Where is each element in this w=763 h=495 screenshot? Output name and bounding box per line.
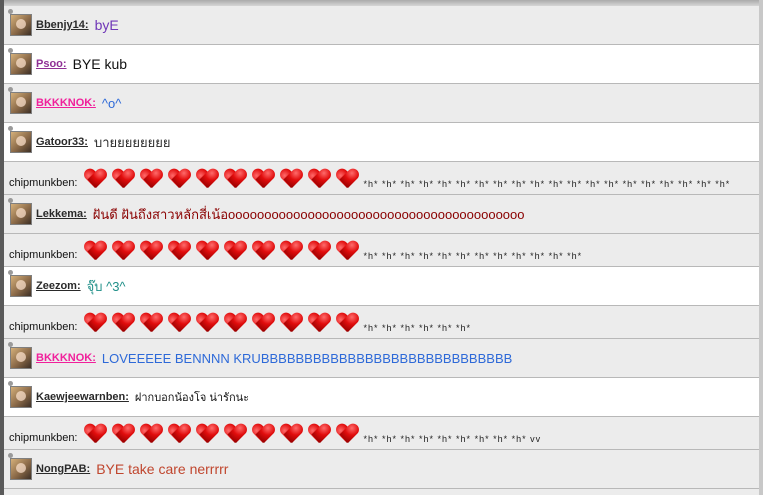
heart-icon xyxy=(168,169,191,189)
heart-icon xyxy=(308,241,331,261)
heart-icon xyxy=(280,241,303,261)
avatar[interactable] xyxy=(10,92,32,114)
username-label: chipmunkben: xyxy=(9,177,78,189)
heart-emoticons xyxy=(84,424,359,444)
avatar[interactable] xyxy=(10,275,32,297)
emoticon-message-row: chipmunkben: *h* *h* *h* *h* *h* *h* *h* … xyxy=(4,234,763,267)
avatar[interactable] xyxy=(10,53,32,75)
heart-icon xyxy=(336,241,359,261)
heart-icon xyxy=(112,241,135,261)
heart-icon xyxy=(280,424,303,444)
heart-emoticons xyxy=(84,313,359,333)
heart-icon xyxy=(196,313,219,333)
heart-icon xyxy=(140,241,163,261)
chat-window: Bbenjy14: byE Psoo: BYE kub BKKKNOK: ^o^ Gatoo… xyxy=(0,0,763,495)
username-link[interactable]: Zeezom: xyxy=(36,280,81,292)
heart-icon xyxy=(336,313,359,333)
avatar[interactable] xyxy=(10,458,32,480)
chat-message-row: Gatoor33: บายยยยยยยย xyxy=(4,123,763,162)
chat-message-list[interactable]: Bbenjy14: byE Psoo: BYE kub BKKKNOK: ^o^ Gatoo… xyxy=(4,6,763,489)
heart-icon xyxy=(224,241,247,261)
vertical-scrollbar[interactable] xyxy=(759,0,763,495)
heart-icon xyxy=(252,313,275,333)
chat-message-row: Psoo: BYE kub xyxy=(4,45,763,84)
heart-icon xyxy=(280,169,303,189)
message-text: ^o^ xyxy=(101,95,122,111)
avatar[interactable] xyxy=(10,131,32,153)
heart-icon xyxy=(84,313,107,333)
username-link[interactable]: Psoo: xyxy=(36,58,67,70)
emoticon-message-row: chipmunkben: *h* *h* *h* *h* *h* *h* *h* … xyxy=(4,162,763,195)
heart-icon xyxy=(196,241,219,261)
message-text: บายยยยยยยย xyxy=(93,134,171,150)
heart-icon xyxy=(84,424,107,444)
heart-emoticons xyxy=(84,241,359,261)
heart-icon xyxy=(140,424,163,444)
heart-icon xyxy=(252,424,275,444)
chat-message-row: Bbenjy14: byE xyxy=(4,6,763,45)
emoticon-code-text: *h* *h* *h* *h* *h* *h* xyxy=(363,323,472,333)
message-text: BYE kub xyxy=(72,56,128,72)
emoticon-message-row: chipmunkben: *h* *h* *h* *h* *h* *h* *h* … xyxy=(4,417,763,450)
message-text: BYE take care nerrrrr xyxy=(96,461,229,477)
heart-icon xyxy=(112,313,135,333)
chat-message-row: BKKKNOK: LOVEEEEE BENNNN KRUBBBBBBBBBBBBB… xyxy=(4,339,763,378)
heart-icon xyxy=(196,424,219,444)
username-link[interactable]: NongPAB: xyxy=(36,463,90,475)
heart-icon xyxy=(168,241,191,261)
chat-message-row: Zeezom: จุ๊บ ^3^ xyxy=(4,267,763,306)
heart-icon xyxy=(140,169,163,189)
username-label: chipmunkben: xyxy=(9,249,78,261)
message-text: byE xyxy=(94,17,119,33)
heart-icon xyxy=(308,424,331,444)
username-label: chipmunkben: xyxy=(9,321,78,333)
avatar[interactable] xyxy=(10,203,32,225)
heart-icon xyxy=(168,424,191,444)
heart-icon xyxy=(140,313,163,333)
heart-icon xyxy=(308,313,331,333)
username-link[interactable]: BKKKNOK: xyxy=(36,97,96,109)
heart-emoticons xyxy=(84,169,359,189)
heart-icon xyxy=(84,169,107,189)
chat-message-row: Lekkema: ฝันดี ฝันถึงสาวหลักสี่เน้อoooooo… xyxy=(4,195,763,234)
message-text: ฝันดี ฝันถึงสาวหลักสี่เน้อoooooooooooooo… xyxy=(92,206,525,222)
username-link[interactable]: Lekkema: xyxy=(36,208,87,220)
chat-message-row: NongPAB: BYE take care nerrrrr xyxy=(4,450,763,489)
username-link[interactable]: Gatoor33: xyxy=(36,136,88,148)
heart-icon xyxy=(224,313,247,333)
avatar[interactable] xyxy=(10,386,32,408)
heart-icon xyxy=(336,169,359,189)
heart-icon xyxy=(308,169,331,189)
heart-icon xyxy=(224,424,247,444)
heart-icon xyxy=(168,313,191,333)
message-text: จุ๊บ ^3^ xyxy=(86,278,126,294)
heart-icon xyxy=(252,241,275,261)
username-label: chipmunkben: xyxy=(9,432,78,444)
avatar[interactable] xyxy=(10,347,32,369)
emoticon-code-text: *h* *h* *h* *h* *h* *h* *h* *h* *h* *h* … xyxy=(363,251,583,261)
heart-icon xyxy=(280,313,303,333)
heart-icon xyxy=(252,169,275,189)
message-text: LOVEEEEE BENNNN KRUBBBBBBBBBBBBBBBBBBBBB… xyxy=(101,350,513,366)
heart-icon xyxy=(336,424,359,444)
emoticon-code-text: *h* *h* *h* *h* *h* *h* *h* *h* *h* vv xyxy=(363,434,542,444)
heart-icon xyxy=(224,169,247,189)
username-link[interactable]: Bbenjy14: xyxy=(36,19,89,31)
emoticon-message-row: chipmunkben: *h* *h* *h* *h* *h* *h* xyxy=(4,306,763,339)
username-link[interactable]: Kaewjeewarnben: xyxy=(36,391,129,403)
emoticon-code-text: *h* *h* *h* *h* *h* *h* *h* *h* *h* *h* … xyxy=(363,179,731,189)
heart-icon xyxy=(112,169,135,189)
message-text: ฝากบอกน้องโจ น่ารักนะ xyxy=(134,392,250,404)
chat-message-row: BKKKNOK: ^o^ xyxy=(4,84,763,123)
username-link[interactable]: BKKKNOK: xyxy=(36,352,96,364)
heart-icon xyxy=(112,424,135,444)
heart-icon xyxy=(196,169,219,189)
chat-message-row: Kaewjeewarnben: ฝากบอกน้องโจ น่ารักนะ xyxy=(4,378,763,417)
avatar[interactable] xyxy=(10,14,32,36)
heart-icon xyxy=(84,241,107,261)
